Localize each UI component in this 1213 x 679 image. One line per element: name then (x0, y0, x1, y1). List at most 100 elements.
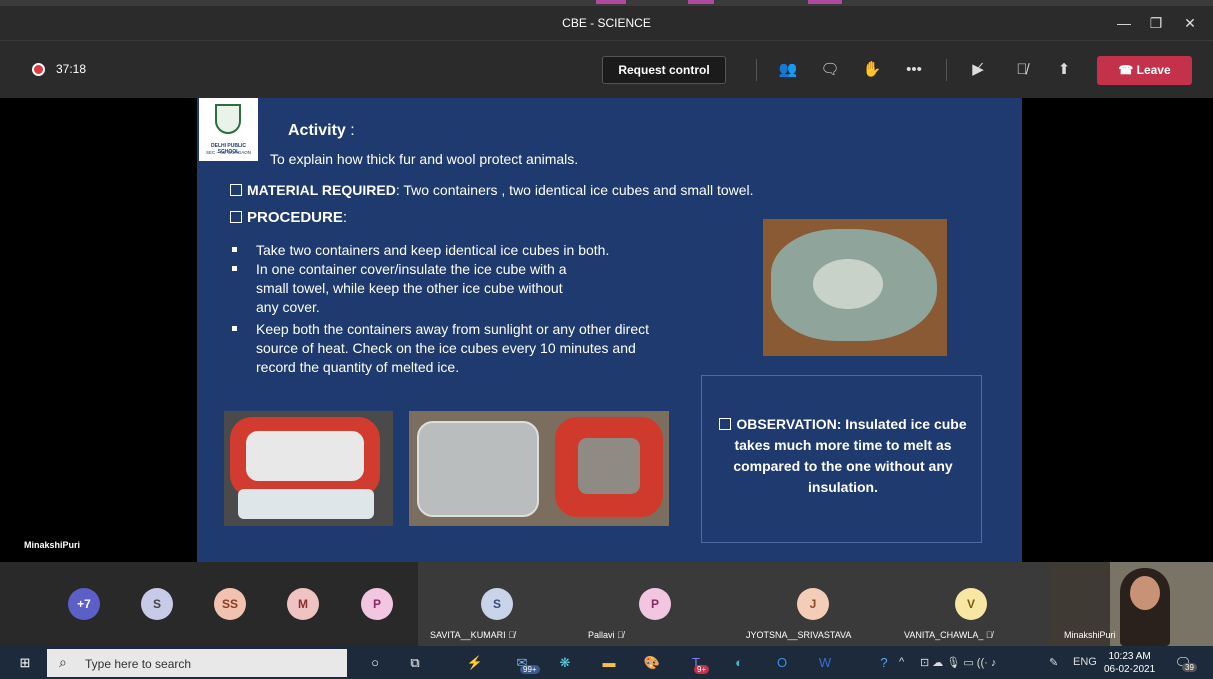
participant-name: Pallavi 🎙̸ (588, 630, 624, 640)
procedure-step: In one container cover/insulate the ice … (232, 260, 567, 317)
leave-label: Leave (1136, 63, 1171, 77)
teams-badge: 9+ (694, 665, 710, 674)
participant-name: MinakshiPuri (1064, 630, 1116, 640)
tab-indicator (688, 0, 714, 4)
app-icon[interactable]: ⚡ (464, 652, 486, 674)
school-crest-icon (215, 104, 241, 134)
mic-muted-icon: 🎙̸ (985, 630, 993, 640)
mail-badge: 99+ (520, 665, 540, 674)
camera-off-icon[interactable]: ▶̸ (966, 58, 990, 82)
share-screen-icon[interactable]: ⬆ (1052, 58, 1076, 82)
meeting-toolbar: 37:18 Request control 👥 🗨 ✋ ••• ▶̸ 🎙̸ ⬆ … (0, 40, 1213, 98)
participant-name: VANITA_CHAWLA_ 🎙̸ (904, 630, 993, 640)
clock-date: 06-02-2021 (1104, 664, 1156, 675)
raise-hand-icon[interactable]: ✋ (860, 58, 884, 82)
participant-name: JYOTSNA__SRIVASTAVA (746, 630, 852, 640)
activity-aim: To explain how thick fur and wool protec… (270, 151, 579, 167)
checkbox-bullet-icon (230, 184, 242, 196)
procedure-heading: PROCEDURE: (230, 209, 347, 226)
minimize-icon[interactable]: — (1109, 12, 1139, 34)
taskbar-search[interactable]: ⌕ Type here to search (47, 649, 347, 677)
participant-name: SAVITA__KUMARI 🎙̸ (430, 630, 515, 640)
help-icon[interactable]: ? (873, 652, 895, 674)
search-placeholder: Type here to search (85, 657, 192, 671)
material-required: MATERIAL REQUIRED: Two containers , two … (230, 182, 754, 198)
step3-line3: record the quantity of melted ice. (256, 359, 460, 375)
activity-colon: : (350, 122, 355, 139)
task-view-icon[interactable]: ⧉ (404, 652, 426, 674)
file-explorer-icon[interactable]: ▬ (598, 652, 620, 674)
close-icon[interactable]: ✕ (1175, 12, 1205, 34)
maximize-icon[interactable]: ❐ (1141, 12, 1171, 34)
participant-avatar[interactable]: M (287, 588, 319, 620)
leave-button[interactable]: ☎ Leave (1097, 56, 1192, 85)
participant-tile[interactable]: S SAVITA__KUMARI 🎙̸ (418, 562, 576, 646)
bullet-icon (232, 326, 237, 331)
participant-avatar: V (955, 588, 987, 620)
presenter-name: MinakshiPuri (24, 540, 81, 550)
phone-hangup-icon: ☎ (1118, 63, 1137, 77)
containers-photo (409, 411, 669, 526)
clock[interactable]: 10:23 AM 06-02-2021 (1104, 650, 1155, 676)
procedure-colon: : (342, 209, 348, 226)
presentation-slide: DELHI PUBLIC SCHOOL SEC – 45, GURGAON Ac… (197, 98, 1022, 562)
step3-line2: source of heat. Check on the ice cubes e… (256, 340, 636, 356)
participants-icon[interactable]: 👥 (776, 58, 800, 82)
overflow-participants[interactable]: +7 (68, 588, 100, 620)
pen-icon[interactable]: ✎ (1049, 656, 1058, 669)
participant-tile[interactable]: P Pallavi 🎙̸ (576, 562, 734, 646)
participant-gallery: +7 S SS M P S SAVITA__KUMARI 🎙̸ P Pallav… (0, 562, 1213, 646)
step2-line2: small towel, while keep the other ice cu… (256, 280, 563, 296)
tray-icons[interactable]: ⊡ ☁ 🎙 ▭ ((· ♪ (920, 656, 996, 669)
toolbar-divider (756, 59, 757, 81)
mic-muted-icon: 🎙̸ (617, 630, 624, 640)
participant-tile[interactable]: J JYOTSNA__SRIVASTAVA (734, 562, 892, 646)
participant-avatar[interactable]: S (141, 588, 173, 620)
observation-box: OBSERVATION: Insulated ice cube takes mu… (701, 375, 982, 543)
search-icon: ⌕ (59, 654, 67, 670)
mic-off-icon[interactable]: 🎙̸ (1010, 58, 1034, 82)
edge-icon[interactable]: ◐ (728, 652, 750, 674)
material-text: : Two containers , two identical ice cub… (395, 182, 754, 198)
request-control-button[interactable]: Request control (602, 56, 726, 84)
procedure-step: Take two containers and keep identical i… (232, 241, 610, 260)
windows-start-icon[interactable]: ⊞ (14, 652, 36, 674)
mic-muted-icon: 🎙̸ (508, 630, 515, 640)
recording-icon (32, 63, 45, 76)
cortana-icon[interactable]: ○ (364, 652, 386, 674)
observation-label: OBSERVATION: (736, 416, 842, 432)
tab-indicator (596, 0, 626, 4)
material-label: MATERIAL REQUIRED (247, 182, 396, 198)
checkbox-bullet-icon (230, 211, 242, 223)
container-photo (224, 411, 393, 526)
language-indicator[interactable]: ENG (1073, 656, 1097, 668)
toolbar-divider (946, 59, 947, 81)
shared-screen-stage: DELHI PUBLIC SCHOOL SEC – 45, GURGAON Ac… (0, 98, 1213, 562)
bullet-icon (232, 247, 237, 252)
window-titlebar: CBE - SCIENCE — ❐ ✕ (0, 6, 1213, 40)
word-icon[interactable]: W (814, 652, 836, 674)
bullet-icon (232, 266, 237, 271)
step1: Take two containers and keep identical i… (256, 242, 610, 258)
school-logo: DELHI PUBLIC SCHOOL SEC – 45, GURGAON (199, 98, 258, 161)
clock-time: 10:23 AM (1108, 651, 1151, 662)
tray-chevron-icon[interactable]: ^ (899, 656, 904, 668)
more-options-icon[interactable]: ••• (902, 58, 926, 82)
participant-avatar[interactable]: SS (214, 588, 246, 620)
participant-avatar[interactable]: P (361, 588, 393, 620)
chat-icon[interactable]: 🗨 (818, 58, 842, 82)
tab-indicator (808, 0, 842, 4)
checkbox-bullet-icon (719, 418, 732, 430)
app-icon[interactable]: ❋ (554, 652, 576, 674)
window-title: CBE - SCIENCE (562, 16, 651, 30)
participant-avatar: J (797, 588, 829, 620)
participant-tile[interactable]: V VANITA_CHAWLA_ 🎙̸ (892, 562, 1050, 646)
paint-icon[interactable]: 🎨 (641, 652, 663, 674)
procedure-step: Keep both the containers away from sunli… (232, 320, 649, 377)
windows-taskbar: ⊞ ⌕ Type here to search ○ ⧉ ⚡ ✉ 99+ ❋ ▬ … (0, 646, 1213, 679)
notification-count: 39 (1182, 663, 1197, 672)
participant-avatar: P (639, 588, 671, 620)
outlook-icon[interactable]: O (771, 652, 793, 674)
self-video-tile[interactable]: MinakshiPuri (1050, 562, 1213, 646)
observation: OBSERVATION: Insulated ice cube takes mu… (712, 414, 974, 498)
